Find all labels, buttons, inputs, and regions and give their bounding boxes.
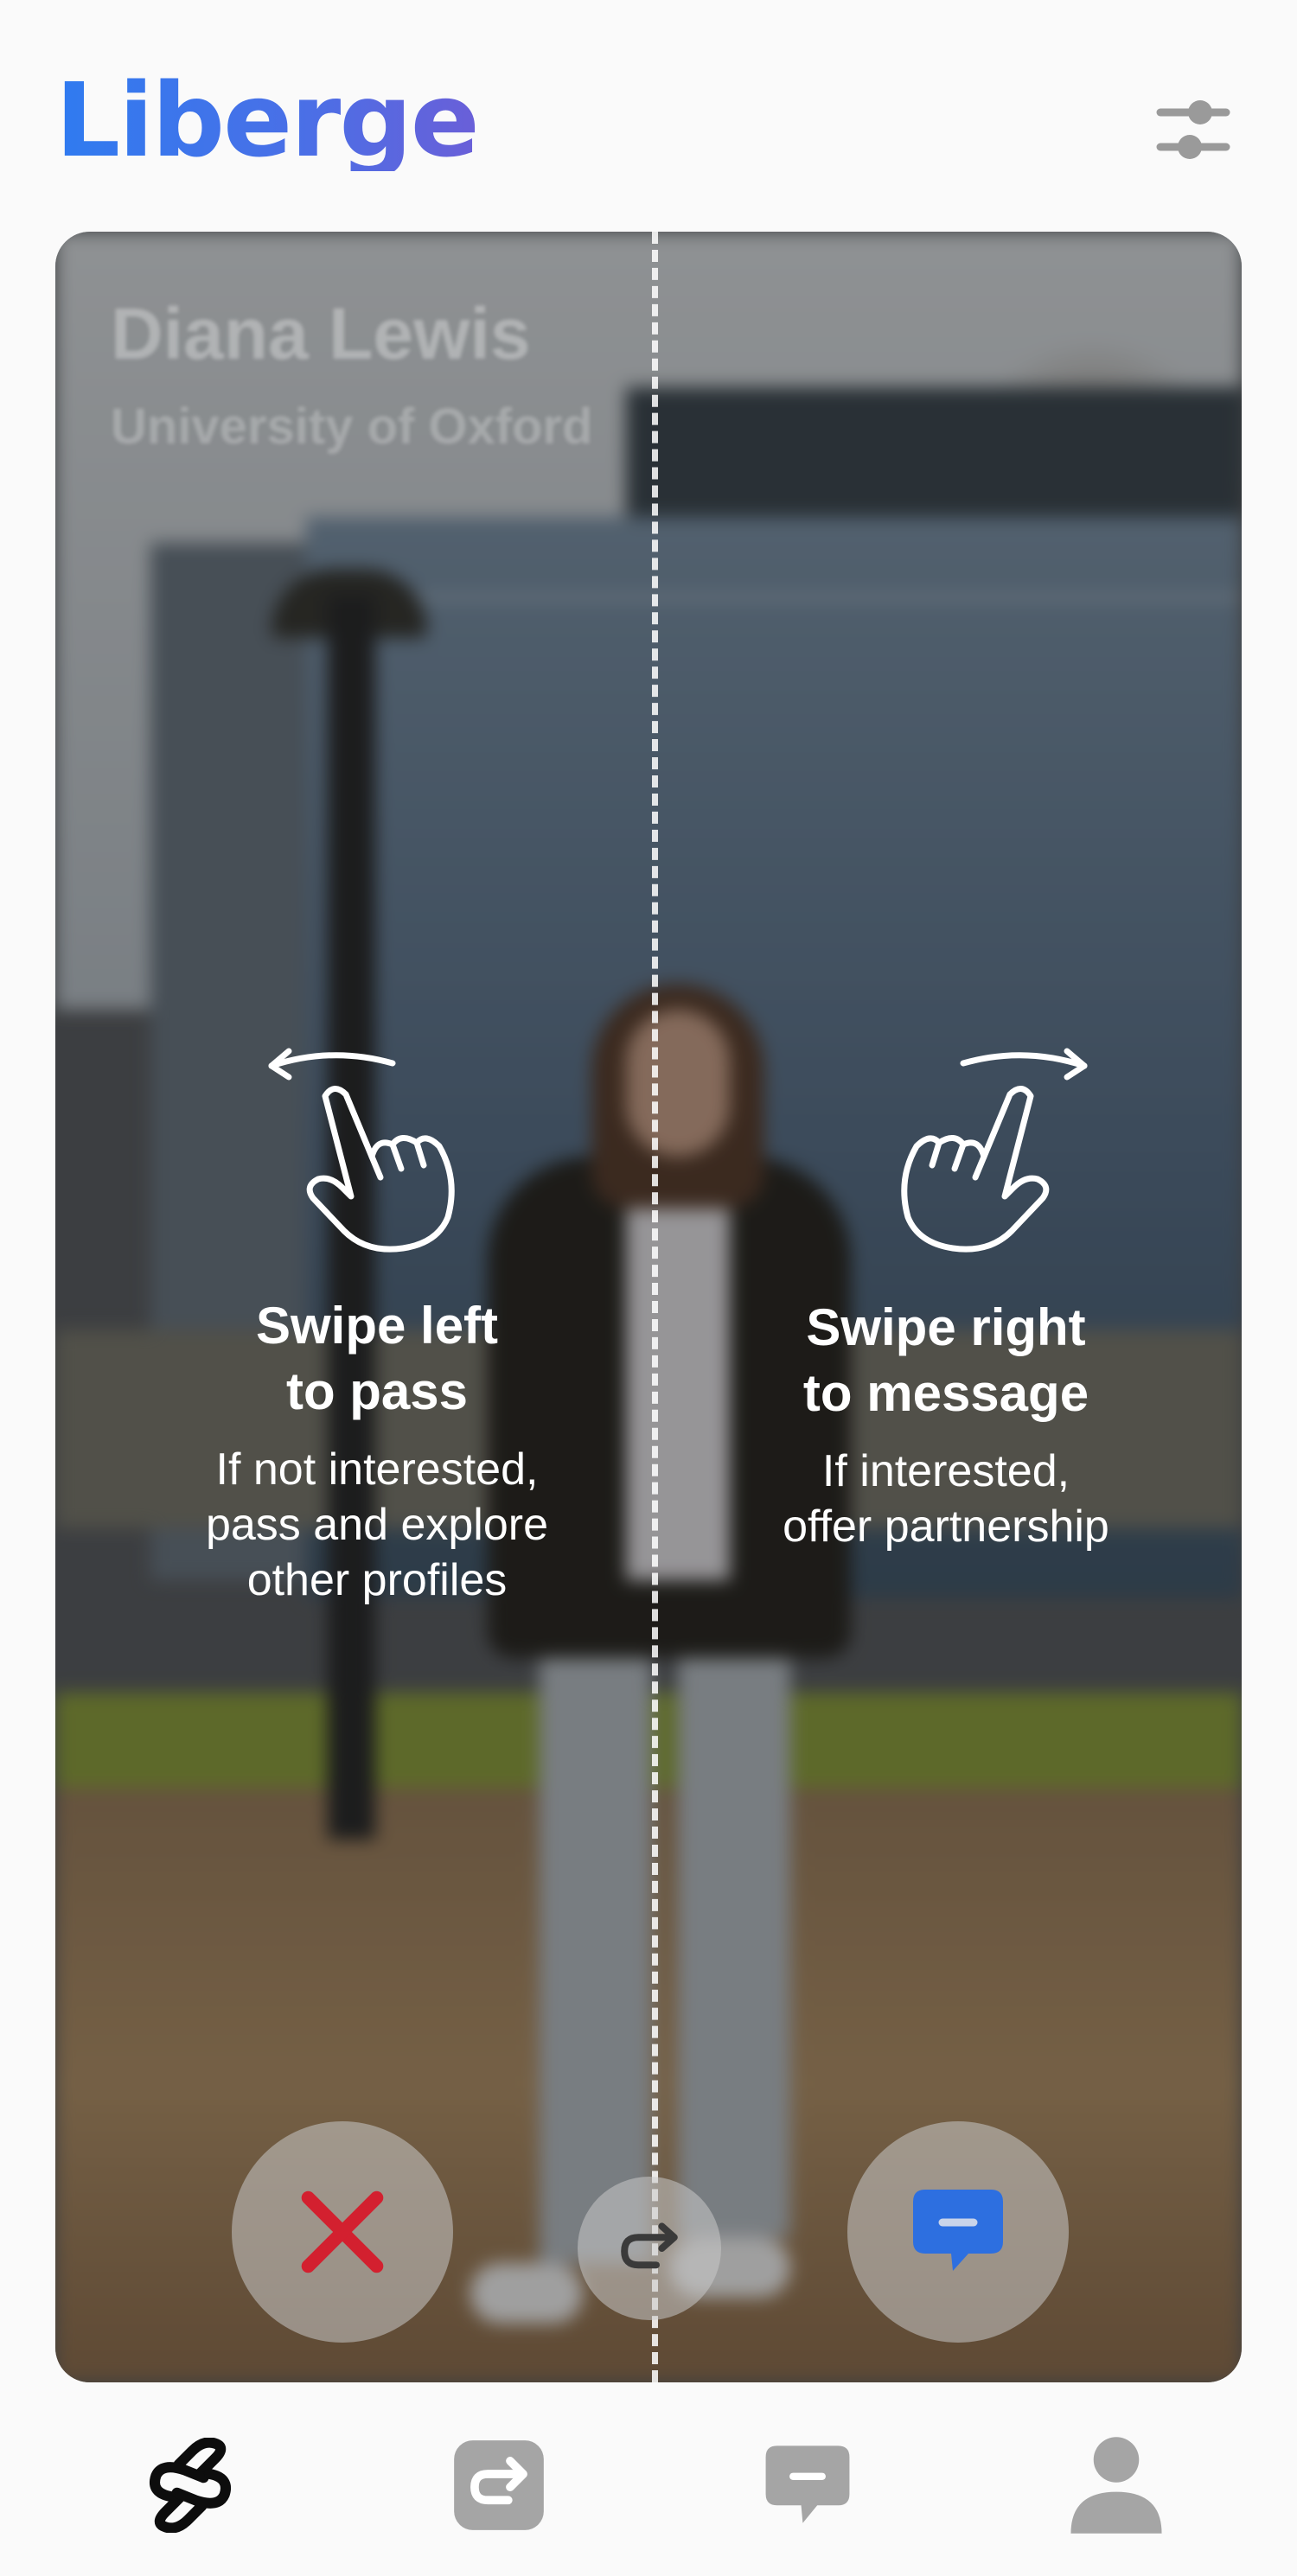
pass-button[interactable] xyxy=(232,2121,453,2343)
person-icon xyxy=(1070,2437,1162,2534)
chat-bubble-icon xyxy=(913,2190,1003,2271)
swipe-right-hand-icon xyxy=(901,1048,1088,1253)
swipe-left-description: If not interested, pass and explore othe… xyxy=(205,1444,549,1605)
nav-item-requests[interactable] xyxy=(443,2429,555,2541)
sliders-icon xyxy=(1156,100,1230,159)
nav-item-profile[interactable] xyxy=(1060,2429,1172,2541)
nav-item-connect[interactable] xyxy=(134,2429,246,2541)
rewind-button[interactable] xyxy=(578,2177,721,2320)
swipe-left-title: Swipe left to pass xyxy=(255,1297,499,1420)
app-logo: Liberge xyxy=(55,61,480,180)
bottom-nav xyxy=(0,2412,1297,2576)
profile-university: University of Oxford xyxy=(111,399,593,455)
undo-arrow-icon xyxy=(621,2222,678,2269)
app-header: Liberge xyxy=(0,0,1297,225)
profile-name: Diana Lewis xyxy=(111,293,531,374)
close-x-icon xyxy=(301,2190,384,2273)
swipe-left-hand-icon xyxy=(268,1048,455,1253)
nav-item-messages[interactable] xyxy=(751,2429,864,2541)
message-button[interactable] xyxy=(847,2121,1069,2343)
swipe-divider xyxy=(652,232,658,2382)
profile-card[interactable]: Diana Lewis University of Oxford Swipe l… xyxy=(55,232,1242,2382)
filter-button[interactable] xyxy=(1150,86,1236,173)
link-icon xyxy=(149,2438,232,2533)
chat-icon xyxy=(765,2445,850,2523)
swipe-right-description: If interested, offer partnership xyxy=(783,1446,1109,1552)
swipe-right-title: Swipe right to message xyxy=(802,1298,1089,1422)
forward-arrow-icon xyxy=(454,2440,544,2530)
